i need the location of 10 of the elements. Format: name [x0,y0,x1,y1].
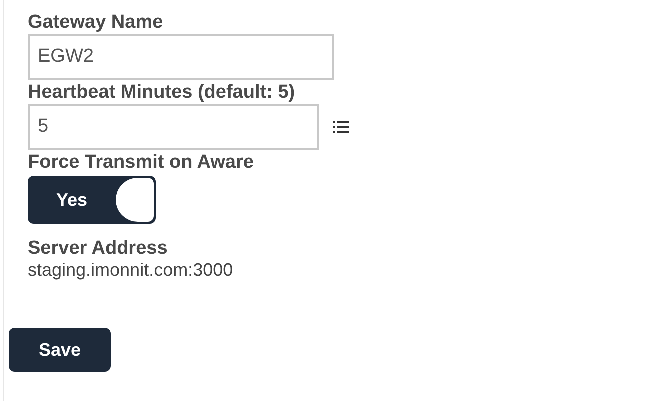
list-icon[interactable] [333,120,349,134]
text-field[interactable]: 5 [28,104,319,150]
toggle-switch[interactable]: Yes [28,176,156,224]
field-label: Heartbeat Minutes (default: 5) [28,82,296,104]
field-value: staging.imonnit.com:3000 [28,260,234,280]
field-label: Server Address [28,238,169,260]
field-label: Gateway Name [28,12,164,34]
field-label: Force Transmit on Aware [28,152,255,174]
save-button[interactable]: Save [9,328,111,372]
text-field[interactable]: EGW2 [28,34,334,80]
